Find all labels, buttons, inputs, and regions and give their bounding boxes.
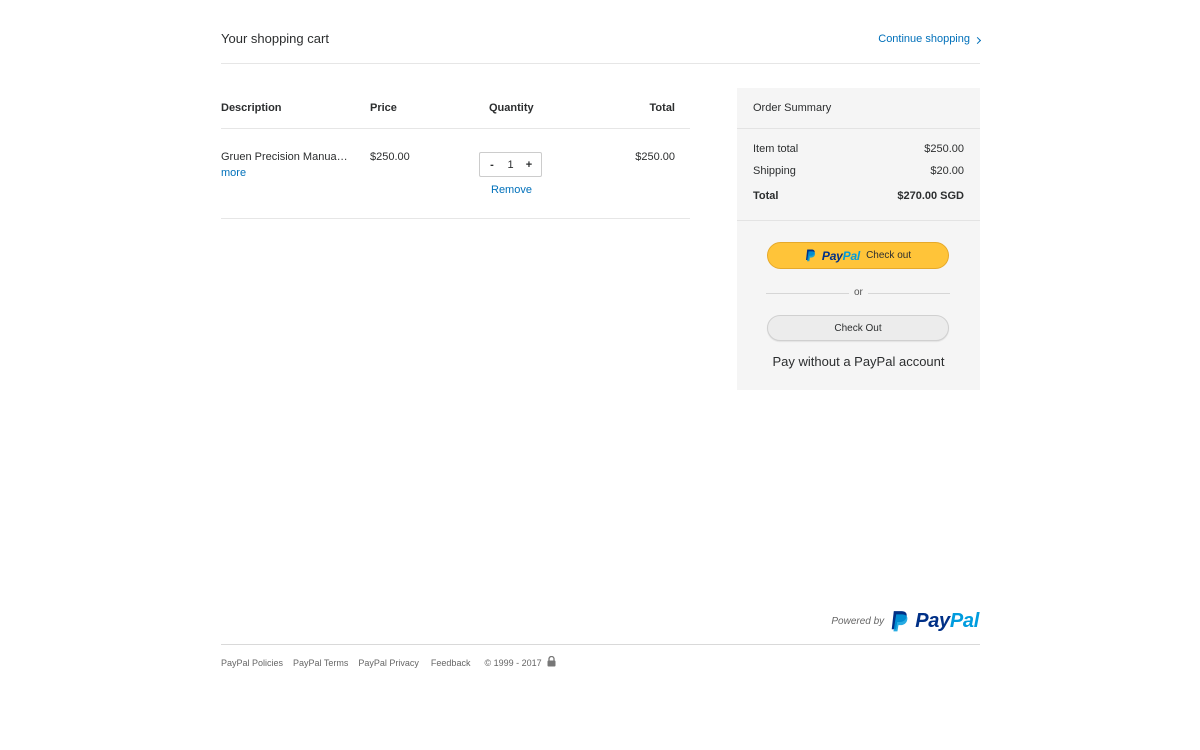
header-divider xyxy=(221,63,980,64)
chevron-right-icon xyxy=(973,36,982,44)
table-header-divider xyxy=(221,128,690,129)
footer-link-feedback[interactable]: Feedback xyxy=(431,658,471,668)
footer-logo-pal: Pal xyxy=(949,610,979,632)
footer-logo-pay: Pay xyxy=(915,610,950,632)
paypal-wordmark-pal: Pal xyxy=(842,248,861,263)
footer-link-policies[interactable]: PayPal Policies xyxy=(221,658,283,668)
footer-links: PayPal Policies PayPal Terms PayPal Priv… xyxy=(221,655,556,669)
paypal-wordmark-pay: Pay xyxy=(821,248,843,263)
page-title: Your shopping cart xyxy=(221,31,329,46)
column-header-quantity: Quantity xyxy=(489,102,534,114)
paypal-logo-icon xyxy=(890,610,909,633)
shipping-label: Shipping xyxy=(753,165,796,177)
item-total: $250.00 xyxy=(635,151,675,163)
item-total-label: Item total xyxy=(753,143,799,155)
footer-link-terms[interactable]: PayPal Terms xyxy=(293,658,348,668)
item-price: $250.00 xyxy=(370,151,410,163)
paypal-logo-wordmark: PayPal xyxy=(915,610,979,633)
order-total-value: $270.00 SGD xyxy=(897,190,964,202)
item-more-link[interactable]: more xyxy=(221,167,246,179)
check-out-button[interactable]: Check Out xyxy=(767,315,949,341)
or-label: or xyxy=(849,287,868,298)
footer-divider xyxy=(221,644,980,645)
lock-icon xyxy=(547,655,556,669)
column-header-total: Total xyxy=(649,102,675,114)
continue-shopping-link[interactable]: Continue shopping xyxy=(878,33,982,45)
column-header-price: Price xyxy=(370,102,397,114)
summary-divider-top xyxy=(737,128,980,129)
summary-row-total: Total $270.00 SGD xyxy=(753,190,964,202)
quantity-decrement-button[interactable]: - xyxy=(487,159,497,171)
order-total-label: Total xyxy=(753,190,779,202)
paypal-p-icon xyxy=(805,249,816,262)
summary-row-item-total: Item total $250.00 xyxy=(753,143,964,155)
pay-without-paypal-label: Pay without a PayPal account xyxy=(772,354,945,369)
quantity-value[interactable]: 1 xyxy=(507,159,513,171)
remove-item-link[interactable]: Remove xyxy=(491,184,532,196)
paypal-checkout-label: Check out xyxy=(866,250,912,261)
order-summary-panel: Order Summary Item total $250.00 Shippin… xyxy=(737,88,980,390)
quantity-increment-button[interactable]: + xyxy=(524,159,534,171)
powered-by-paypal: Powered by PayPal xyxy=(831,610,979,633)
copyright-text: © 1999 - 2017 xyxy=(484,657,542,668)
item-total-value: $250.00 xyxy=(924,143,964,155)
table-bottom-divider xyxy=(221,218,690,219)
shipping-value: $20.00 xyxy=(930,165,964,177)
item-description: Gruen Precision Manual ... xyxy=(221,151,349,163)
paypal-wordmark: PayPal xyxy=(822,249,860,263)
summary-divider-bottom xyxy=(737,220,980,221)
continue-shopping-label: Continue shopping xyxy=(878,33,970,45)
copyright: © 1999 - 2017 xyxy=(484,655,556,669)
powered-by-label: Powered by xyxy=(831,616,885,627)
order-summary-title: Order Summary xyxy=(753,102,832,114)
summary-row-shipping: Shipping $20.00 xyxy=(753,165,964,177)
paypal-checkout-button[interactable]: PayPal Check out xyxy=(767,242,949,269)
footer-link-privacy[interactable]: PayPal Privacy xyxy=(358,658,419,668)
column-header-description: Description xyxy=(221,102,282,114)
quantity-stepper: - 1 + xyxy=(479,152,542,177)
